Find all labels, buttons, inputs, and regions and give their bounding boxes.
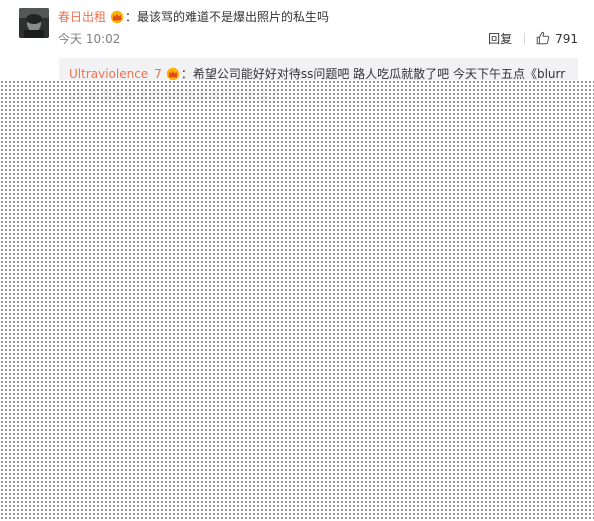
avatar[interactable]	[19, 8, 49, 38]
comment-text: 最该骂的难道不是爆出照片的私生吗	[137, 10, 330, 24]
reply-colon: ：	[180, 67, 193, 81]
comment-timestamp: 今天 10:02	[58, 32, 121, 46]
reply-button[interactable]: 回复	[488, 30, 512, 48]
comment-item: 春日出租 ：最该骂的难道不是爆出照片的私生吗 今天 10:02 回复 791	[0, 0, 594, 56]
vip-crown-icon	[165, 66, 181, 81]
dotted-overlay	[0, 80, 594, 521]
comment-content: 春日出租 ：最该骂的难道不是爆出照片的私生吗	[58, 8, 329, 26]
like-count: 791	[555, 32, 578, 46]
like-button[interactable]: 791	[536, 30, 578, 48]
reply-username[interactable]: Ultraviolence_7	[69, 67, 162, 81]
comment-colon: ：	[125, 10, 138, 24]
comment-actions: 回复 791	[488, 30, 578, 48]
divider	[524, 33, 526, 45]
comment-username[interactable]: 春日出租	[58, 10, 106, 24]
vip-crown-icon	[109, 10, 125, 24]
thumbs-up-icon	[536, 31, 550, 45]
